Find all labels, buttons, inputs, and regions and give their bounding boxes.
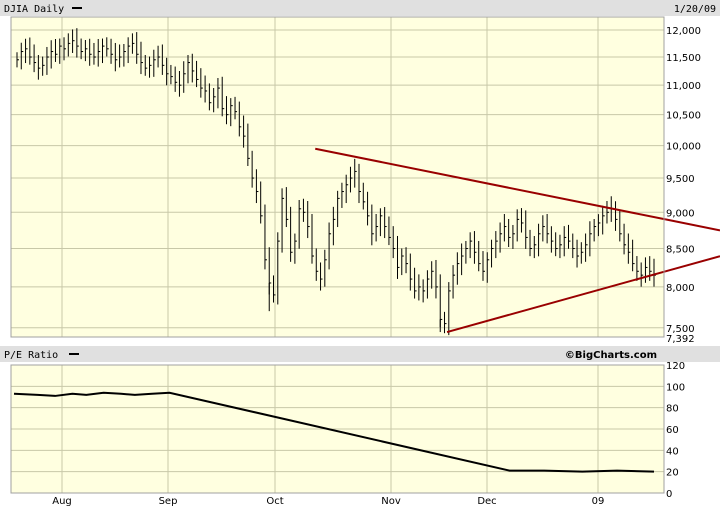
x-tick-label: Dec — [477, 496, 496, 507]
pe-ytick-label: 20 — [666, 468, 679, 479]
price-ytick-label: 11,500 — [666, 53, 701, 64]
trendline-lower-ext — [665, 255, 720, 273]
pe-y-axis: 0 20 40 60 80 100 120 — [666, 361, 685, 500]
price-ytick-label: 12,000 — [666, 26, 701, 37]
x-tick-label: Nov — [381, 496, 401, 507]
pe-legend-swatch — [69, 353, 79, 355]
price-ytick-label: 9,500 — [666, 174, 695, 185]
price-ytick-label: 8,000 — [666, 283, 695, 294]
x-tick-label: Aug — [52, 496, 72, 507]
price-y-axis: 7,5008,0008,5009,0009,50010,00010,50011,… — [666, 26, 701, 345]
chart-date: 1/20/09 — [674, 4, 716, 15]
pe-ytick-label: 0 — [666, 489, 672, 500]
x-tick-label: 09 — [592, 496, 605, 507]
price-ytick-label: 10,000 — [666, 142, 701, 153]
pe-chart-title: P/E Ratio — [4, 350, 58, 361]
x-tick-label: Oct — [266, 496, 283, 507]
pe-ytick-label: 60 — [666, 425, 679, 436]
price-chart-title: DJIA Daily — [4, 4, 64, 15]
pe-ytick-label: 100 — [666, 382, 685, 393]
price-plot-area — [11, 17, 664, 337]
price-legend-swatch — [72, 7, 82, 9]
chart-canvas: DJIA Daily 1/20/09 7,5008,0008,5009,0009… — [0, 0, 720, 507]
price-header-bar — [0, 0, 720, 16]
price-ytick-label: 8,500 — [666, 245, 695, 256]
watermark: ©BigCharts.com — [565, 350, 657, 361]
trendline-upper-ext — [665, 218, 720, 232]
price-ytick-label: 10,500 — [666, 111, 701, 122]
x-axis: Aug Sep Oct Nov Dec 09 — [52, 496, 604, 507]
x-tick-label: Sep — [159, 496, 178, 507]
price-ytick-label: 9,000 — [666, 208, 695, 219]
pe-ytick-label: 80 — [666, 404, 679, 415]
pe-ytick-label: 120 — [666, 361, 685, 372]
price-ymin-label: 7,392 — [666, 334, 695, 345]
price-ytick-label: 11,000 — [666, 81, 701, 92]
pe-ytick-label: 40 — [666, 446, 679, 457]
